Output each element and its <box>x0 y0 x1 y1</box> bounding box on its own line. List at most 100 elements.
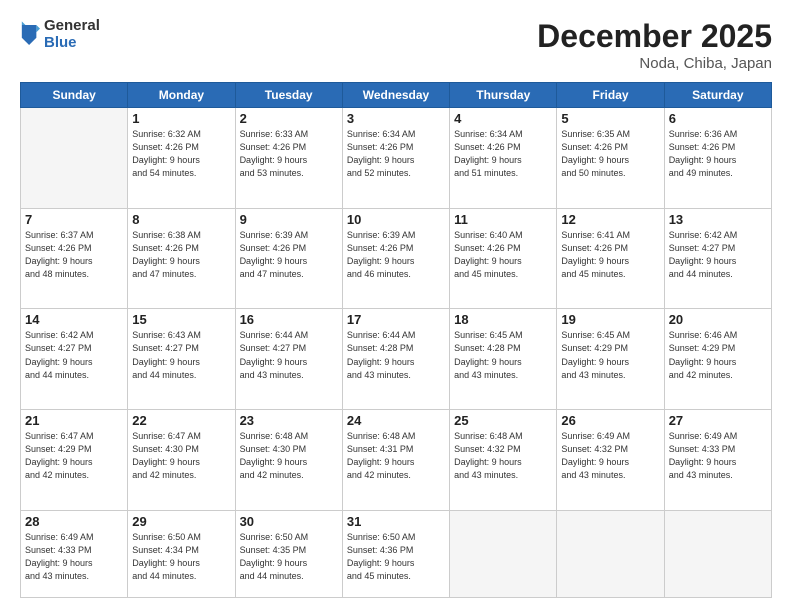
day-info: Sunrise: 6:46 AMSunset: 4:29 PMDaylight:… <box>669 329 767 381</box>
day-number: 21 <box>25 413 123 428</box>
calendar-cell: 18 Sunrise: 6:45 AMSunset: 4:28 PMDayligh… <box>450 309 557 410</box>
day-number: 13 <box>669 212 767 227</box>
day-number: 26 <box>561 413 659 428</box>
day-info: Sunrise: 6:41 AMSunset: 4:26 PMDaylight:… <box>561 229 659 281</box>
calendar-subtitle: Noda, Chiba, Japan <box>537 55 772 72</box>
calendar-cell: 11Sunrise: 6:40 AMSunset: 4:26 PMDayligh… <box>450 208 557 309</box>
calendar-header-row: SundayMondayTuesdayWednesdayThursdayFrid… <box>21 83 772 108</box>
calendar-cell: 13 Sunrise: 6:42 AMSunset: 4:27 PMDayligh… <box>664 208 771 309</box>
header: General Blue December 2025 Noda, Chiba, … <box>20 18 772 72</box>
weekday-header-saturday: Saturday <box>664 83 771 108</box>
calendar-cell: 15Sunrise: 6:43 AMSunset: 4:27 PMDayligh… <box>128 309 235 410</box>
weekday-header-thursday: Thursday <box>450 83 557 108</box>
calendar-cell <box>21 108 128 209</box>
day-info: Sunrise: 6:33 AMSunset: 4:26 PMDaylight:… <box>240 128 338 180</box>
logo-text: General Blue <box>44 18 100 51</box>
day-number: 19 <box>561 312 659 327</box>
calendar-cell: 2 Sunrise: 6:33 AMSunset: 4:26 PMDaylight… <box>235 108 342 209</box>
calendar-cell: 30Sunrise: 6:50 AMSunset: 4:35 PMDayligh… <box>235 510 342 597</box>
day-number: 22 <box>132 413 230 428</box>
calendar-cell: 19Sunrise: 6:45 AMSunset: 4:29 PMDayligh… <box>557 309 664 410</box>
day-number: 25 <box>454 413 552 428</box>
calendar-cell: 3 Sunrise: 6:34 AMSunset: 4:26 PMDaylight… <box>342 108 449 209</box>
day-info: Sunrise: 6:39 AMSunset: 4:26 PMDaylight:… <box>240 229 338 281</box>
page: General Blue December 2025 Noda, Chiba, … <box>0 0 792 612</box>
day-number: 12 <box>561 212 659 227</box>
calendar-cell: 1 Sunrise: 6:32 AMSunset: 4:26 PMDaylight… <box>128 108 235 209</box>
calendar-cell: 7Sunrise: 6:37 AMSunset: 4:26 PMDaylight… <box>21 208 128 309</box>
day-info: Sunrise: 6:50 AMSunset: 4:34 PMDaylight:… <box>132 531 230 583</box>
calendar-cell: 17Sunrise: 6:44 AMSunset: 4:28 PMDayligh… <box>342 309 449 410</box>
day-info: Sunrise: 6:42 AMSunset: 4:27 PMDaylight:… <box>669 229 767 281</box>
day-number: 6 <box>669 111 767 126</box>
weekday-header-tuesday: Tuesday <box>235 83 342 108</box>
calendar-cell: 12 Sunrise: 6:41 AMSunset: 4:26 PMDayligh… <box>557 208 664 309</box>
day-info: Sunrise: 6:49 AMSunset: 4:32 PMDaylight:… <box>561 430 659 482</box>
day-number: 18 <box>454 312 552 327</box>
logo-icon <box>20 21 40 49</box>
calendar-cell: 22 Sunrise: 6:47 AMSunset: 4:30 PMDayligh… <box>128 410 235 511</box>
day-info: Sunrise: 6:49 AMSunset: 4:33 PMDaylight:… <box>25 531 123 583</box>
calendar-title: December 2025 <box>537 18 772 55</box>
calendar-cell: 20 Sunrise: 6:46 AMSunset: 4:29 PMDayligh… <box>664 309 771 410</box>
day-info: Sunrise: 6:39 AMSunset: 4:26 PMDaylight:… <box>347 229 445 281</box>
day-info: Sunrise: 6:34 AMSunset: 4:26 PMDaylight:… <box>347 128 445 180</box>
day-info: Sunrise: 6:32 AMSunset: 4:26 PMDaylight:… <box>132 128 230 180</box>
day-info: Sunrise: 6:49 AMSunset: 4:33 PMDaylight:… <box>669 430 767 482</box>
calendar-cell: 31 Sunrise: 6:50 AMSunset: 4:36 PMDayligh… <box>342 510 449 597</box>
calendar-cell <box>557 510 664 597</box>
day-info: Sunrise: 6:47 AMSunset: 4:30 PMDaylight:… <box>132 430 230 482</box>
calendar-cell: 10Sunrise: 6:39 AMSunset: 4:26 PMDayligh… <box>342 208 449 309</box>
calendar-table: SundayMondayTuesdayWednesdayThursdayFrid… <box>20 82 772 598</box>
calendar-cell: 27 Sunrise: 6:49 AMSunset: 4:33 PMDayligh… <box>664 410 771 511</box>
day-number: 28 <box>25 514 123 529</box>
day-info: Sunrise: 6:36 AMSunset: 4:26 PMDaylight:… <box>669 128 767 180</box>
day-info: Sunrise: 6:43 AMSunset: 4:27 PMDaylight:… <box>132 329 230 381</box>
calendar-body: 1 Sunrise: 6:32 AMSunset: 4:26 PMDaylight… <box>21 108 772 598</box>
calendar-week-3: 14 Sunrise: 6:42 AMSunset: 4:27 PMDayligh… <box>21 309 772 410</box>
logo-general: General <box>44 18 100 35</box>
day-number: 31 <box>347 514 445 529</box>
day-info: Sunrise: 6:50 AMSunset: 4:36 PMDaylight:… <box>347 531 445 583</box>
day-number: 14 <box>25 312 123 327</box>
calendar-cell: 25 Sunrise: 6:48 AMSunset: 4:32 PMDayligh… <box>450 410 557 511</box>
day-info: Sunrise: 6:48 AMSunset: 4:31 PMDaylight:… <box>347 430 445 482</box>
day-number: 29 <box>132 514 230 529</box>
calendar-cell: 26 Sunrise: 6:49 AMSunset: 4:32 PMDayligh… <box>557 410 664 511</box>
calendar-cell: 5Sunrise: 6:35 AMSunset: 4:26 PMDaylight… <box>557 108 664 209</box>
weekday-header-friday: Friday <box>557 83 664 108</box>
logo-blue: Blue <box>44 35 100 52</box>
day-info: Sunrise: 6:48 AMSunset: 4:32 PMDaylight:… <box>454 430 552 482</box>
day-info: Sunrise: 6:42 AMSunset: 4:27 PMDaylight:… <box>25 329 123 381</box>
weekday-header-monday: Monday <box>128 83 235 108</box>
calendar-cell: 21 Sunrise: 6:47 AMSunset: 4:29 PMDayligh… <box>21 410 128 511</box>
day-info: Sunrise: 6:35 AMSunset: 4:26 PMDaylight:… <box>561 128 659 180</box>
day-number: 9 <box>240 212 338 227</box>
day-info: Sunrise: 6:45 AMSunset: 4:28 PMDaylight:… <box>454 329 552 381</box>
day-info: Sunrise: 6:47 AMSunset: 4:29 PMDaylight:… <box>25 430 123 482</box>
calendar-cell: 8Sunrise: 6:38 AMSunset: 4:26 PMDaylight… <box>128 208 235 309</box>
calendar-cell: 28 Sunrise: 6:49 AMSunset: 4:33 PMDayligh… <box>21 510 128 597</box>
day-number: 4 <box>454 111 552 126</box>
calendar-week-2: 7Sunrise: 6:37 AMSunset: 4:26 PMDaylight… <box>21 208 772 309</box>
day-number: 20 <box>669 312 767 327</box>
day-number: 27 <box>669 413 767 428</box>
day-number: 3 <box>347 111 445 126</box>
calendar-cell <box>664 510 771 597</box>
calendar-cell: 6 Sunrise: 6:36 AMSunset: 4:26 PMDaylight… <box>664 108 771 209</box>
logo: General Blue <box>20 18 100 51</box>
day-info: Sunrise: 6:44 AMSunset: 4:27 PMDaylight:… <box>240 329 338 381</box>
title-block: December 2025 Noda, Chiba, Japan <box>537 18 772 72</box>
day-number: 2 <box>240 111 338 126</box>
day-number: 8 <box>132 212 230 227</box>
day-number: 16 <box>240 312 338 327</box>
weekday-header-sunday: Sunday <box>21 83 128 108</box>
weekday-header-wednesday: Wednesday <box>342 83 449 108</box>
calendar-week-5: 28 Sunrise: 6:49 AMSunset: 4:33 PMDayligh… <box>21 510 772 597</box>
day-number: 30 <box>240 514 338 529</box>
day-number: 1 <box>132 111 230 126</box>
calendar-cell: 4Sunrise: 6:34 AMSunset: 4:26 PMDaylight… <box>450 108 557 209</box>
calendar-cell: 14 Sunrise: 6:42 AMSunset: 4:27 PMDayligh… <box>21 309 128 410</box>
day-number: 11 <box>454 212 552 227</box>
day-number: 17 <box>347 312 445 327</box>
